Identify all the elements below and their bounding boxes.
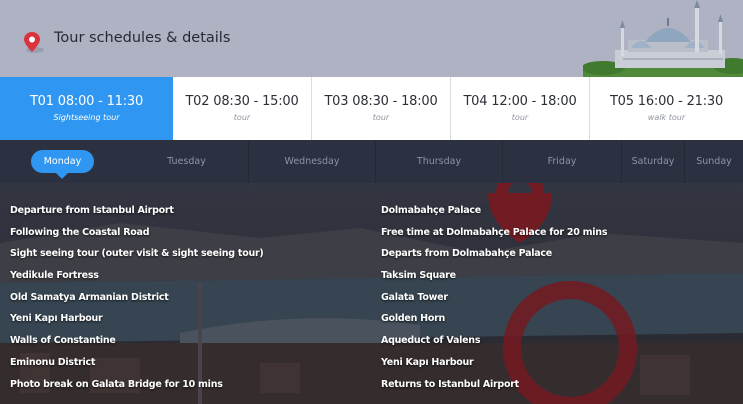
day-label: Tuesday: [167, 156, 206, 167]
day-tab-tuesday[interactable]: Tuesday: [125, 140, 248, 183]
tour-tab-t05[interactable]: T05 16:00 - 21:30 walk tour: [590, 77, 743, 140]
itinerary-stop: Galata Tower: [381, 291, 448, 303]
tour-tabs: T01 08:00 - 11:30 Sightseeing tour T02 0…: [0, 77, 743, 140]
tour-type-label: walk tour: [647, 113, 686, 122]
tour-time-label: T04 12:00 - 18:00: [463, 94, 577, 109]
itinerary-stop: Departs from Dolmabahçe Palace: [381, 248, 552, 260]
itinerary-stop: Free time at Dolmabahçe Palace for 20 mi…: [381, 226, 608, 238]
day-tab-saturday[interactable]: Saturday: [622, 140, 684, 183]
itinerary-stop: Walls of Constantine: [10, 335, 116, 347]
itinerary-stop: Aqueduct of Valens: [381, 335, 481, 347]
itinerary-stop: Old Samatya Armanian District: [10, 291, 169, 303]
tour-type-label: tour: [372, 113, 390, 122]
itinerary-stop: Taksim Square: [381, 270, 456, 282]
day-label: Thursday: [416, 156, 462, 167]
tour-tab-t01[interactable]: T01 08:00 - 11:30 Sightseeing tour: [0, 77, 173, 140]
page-header: Tour schedules & details: [0, 0, 743, 77]
map-pin-icon: [24, 32, 44, 53]
mosque-illustration: [583, 0, 743, 77]
itinerary-panel: Departure from Istanbul Airport Followin…: [0, 183, 743, 404]
itinerary-column-left: Departure from Istanbul Airport Followin…: [10, 205, 264, 400]
itinerary-column-right: Dolmabahçe Palace Free time at Dolmabahç…: [381, 205, 607, 400]
day-tab-wednesday[interactable]: Wednesday: [249, 140, 375, 183]
day-label: Wednesday: [284, 156, 340, 167]
day-tab-thursday[interactable]: Thursday: [376, 140, 502, 183]
day-tab-monday[interactable]: Monday: [20, 140, 105, 183]
itinerary-stop: Yedikule Fortress: [10, 270, 99, 282]
tour-tab-t03[interactable]: T03 08:30 - 18:00 tour: [312, 77, 451, 140]
itinerary-stop: Departure from Istanbul Airport: [10, 205, 174, 216]
itinerary-stop: Dolmabahçe Palace: [381, 205, 481, 216]
tour-time-label: T05 16:00 - 21:30: [609, 94, 724, 109]
tour-time-label: T03 08:30 - 18:00: [324, 94, 438, 109]
day-label: Saturday: [631, 156, 675, 167]
itinerary-stop: Photo break on Galata Bridge for 10 mins: [10, 378, 223, 390]
day-label: Friday: [547, 156, 577, 167]
day-label: Monday: [30, 150, 95, 179]
day-label: Sunday: [696, 156, 732, 167]
tour-tab-t02[interactable]: T02 08:30 - 15:00 tour: [173, 77, 312, 140]
tour-time-label: T02 08:30 - 15:00: [185, 94, 299, 109]
itinerary-stop: Golden Horn: [381, 313, 446, 325]
itinerary-stop: Eminonu District: [10, 356, 96, 368]
itinerary-stop: Returns to Istanbul Airport: [381, 378, 519, 390]
day-tabs: Monday Tuesday Wednesday Thursday Friday…: [0, 140, 743, 183]
itinerary-stop: Sight seeing tour (outer visit & sight s…: [10, 248, 264, 260]
day-tab-sunday[interactable]: Sunday: [685, 140, 743, 183]
tour-tab-t04[interactable]: T04 12:00 - 18:00 tour: [451, 77, 590, 140]
tour-type-label: tour: [233, 113, 251, 122]
tour-type-label: tour: [511, 113, 529, 122]
itinerary-stop: Following the Coastal Road: [10, 226, 150, 238]
tour-time-label: T01 08:00 - 11:30: [29, 94, 144, 109]
tour-type-label: Sightseeing tour: [53, 113, 120, 122]
itinerary-stop: Yeni Kapı Harbour: [10, 313, 103, 325]
page-title: Tour schedules & details: [54, 30, 231, 46]
itinerary-stop: Yeni Kapı Harbour: [381, 356, 474, 368]
day-tab-friday[interactable]: Friday: [503, 140, 621, 183]
